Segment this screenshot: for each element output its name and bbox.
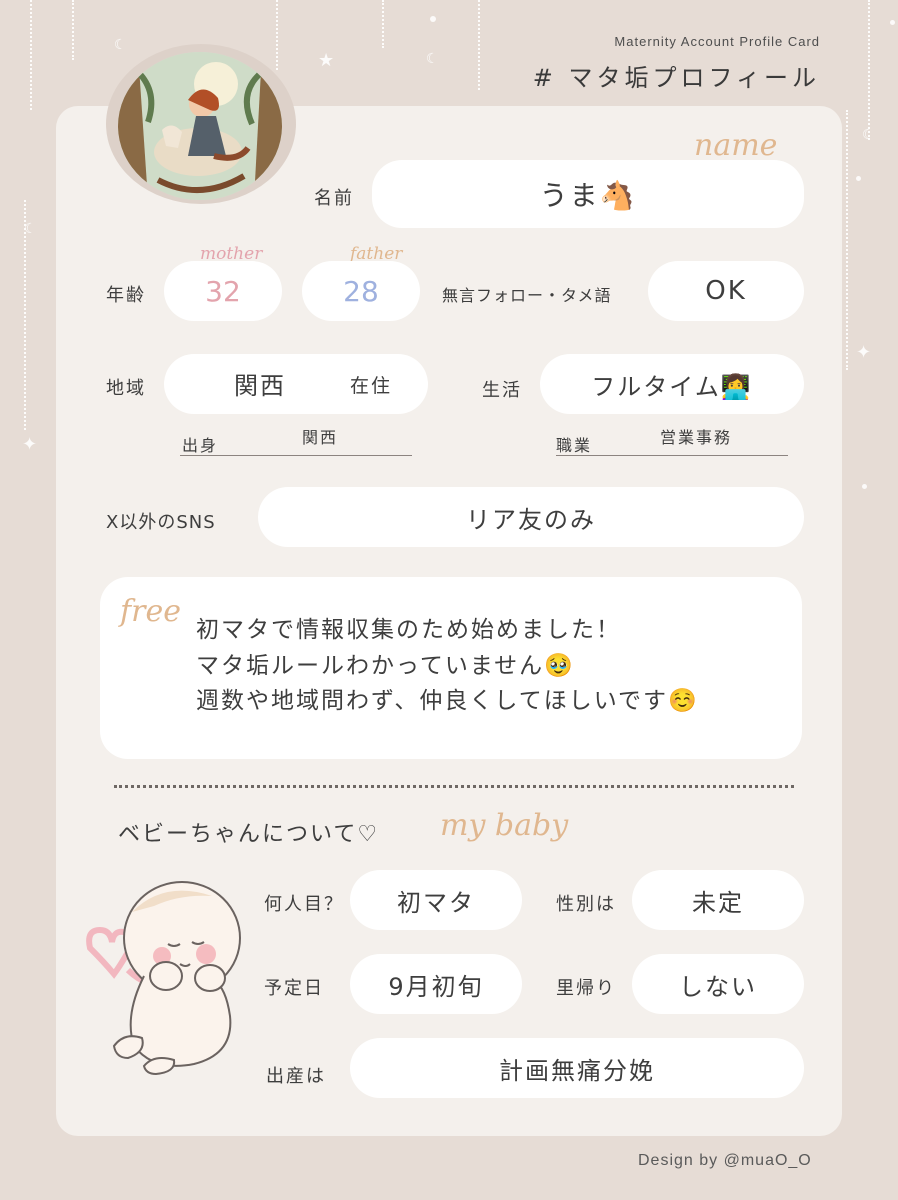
job-value: 営業事務 xyxy=(660,428,733,447)
follow-field: OK xyxy=(648,261,804,321)
dotted-divider xyxy=(114,785,794,788)
star-icon: ✦ xyxy=(856,342,872,363)
sns-field: リア友のみ xyxy=(258,487,804,547)
name-field: うま🐴 xyxy=(372,160,804,228)
mother-age-field: 32 xyxy=(164,261,282,321)
count-field: 初マタ xyxy=(350,870,522,930)
region-value: 関西 xyxy=(234,372,286,400)
moon-icon: ☾ xyxy=(114,37,127,53)
baby-script: my baby xyxy=(440,808,569,843)
page-title: # マタ垢プロフィール xyxy=(532,64,820,92)
origin-label: 出身 xyxy=(182,436,219,455)
return-label: 里帰り xyxy=(556,978,616,999)
avatar xyxy=(118,52,282,200)
free-line: 初マタで情報収集のため始めました！ xyxy=(196,617,621,643)
baby-illustration xyxy=(84,876,254,1076)
moon-icon: ☾ xyxy=(862,127,875,143)
life-field: フルタイム👩‍💻 xyxy=(540,354,804,414)
origin-value: 関西 xyxy=(302,428,339,447)
sex-field: 未定 xyxy=(632,870,804,930)
region-suffix: 在住 xyxy=(350,375,393,397)
name-label: 名前 xyxy=(314,188,354,209)
region-label: 地域 xyxy=(106,378,146,399)
star-icon: ✦ xyxy=(22,434,38,455)
due-field: 9月初旬 xyxy=(350,954,522,1014)
sex-label: 性別は xyxy=(556,894,616,915)
header-subtitle: Maternity Account Profile Card xyxy=(614,34,820,49)
free-line: 週数や地域問わず、仲良くしてほしいです☺️ xyxy=(196,688,699,714)
moon-icon: ☾ xyxy=(24,221,37,237)
father-age-field: 28 xyxy=(302,261,420,321)
life-label: 生活 xyxy=(482,380,522,401)
region-field: 関西 在住 xyxy=(164,354,428,414)
free-line: マタ垢ルールわかっていません🥹 xyxy=(196,653,575,679)
origin-underline xyxy=(180,455,412,456)
moon-icon: ☾ xyxy=(426,51,439,67)
birth-field: 計画無痛分娩 xyxy=(350,1038,804,1098)
age-label: 年齢 xyxy=(106,285,146,306)
count-label: 何人目？ xyxy=(264,894,344,915)
star-icon: ★ xyxy=(318,50,335,71)
sns-label: X以外のSNS xyxy=(106,512,216,533)
follow-label: 無言フォロー・タメ語 xyxy=(442,286,612,305)
return-field: しない xyxy=(632,954,804,1014)
baby-heading: ベビーちゃんについて♡ xyxy=(118,822,380,847)
job-underline xyxy=(556,455,788,456)
name-script: name xyxy=(694,128,778,163)
birth-label: 出産は xyxy=(266,1066,326,1087)
due-label: 予定日 xyxy=(264,978,324,999)
free-script: free xyxy=(120,594,181,629)
design-credit: Design by @muaO_O xyxy=(638,1152,812,1169)
job-label: 職業 xyxy=(556,436,593,455)
